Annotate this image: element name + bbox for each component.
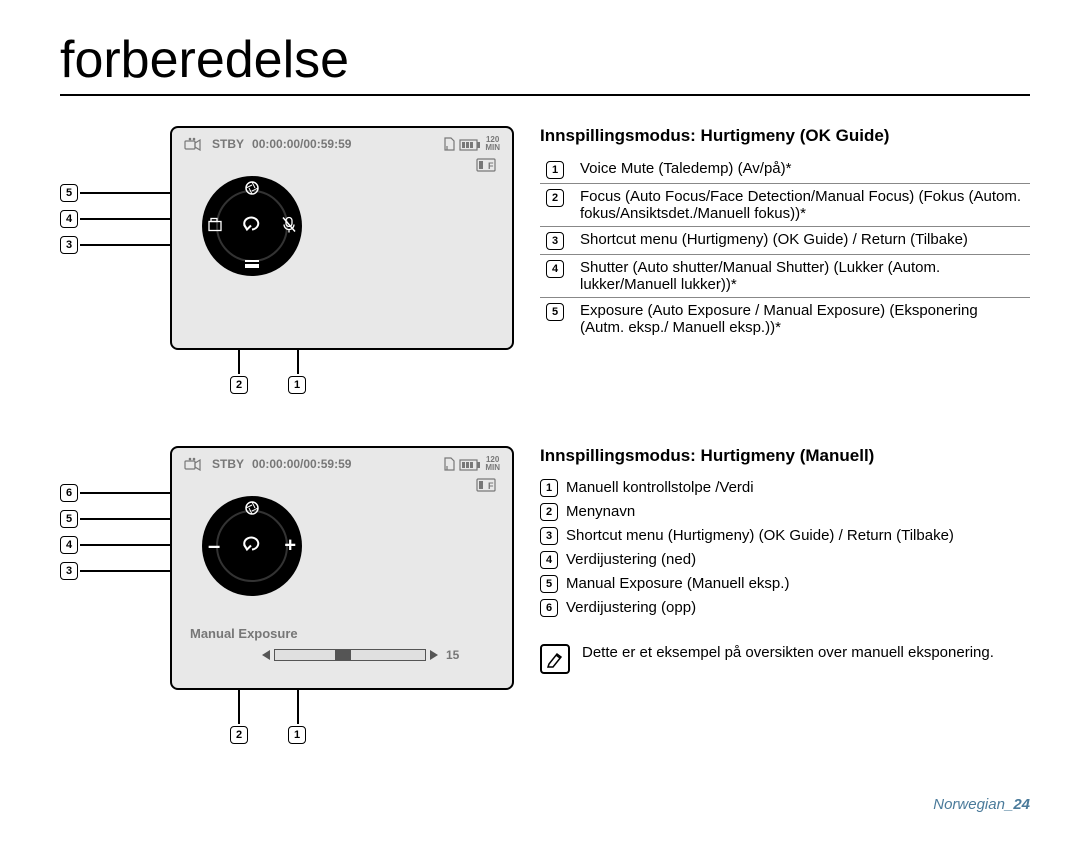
- callout-box: 3: [60, 236, 78, 254]
- legend-num: 2: [546, 189, 564, 207]
- camera-icon: [184, 137, 202, 152]
- legend-text: Exposure (Auto Exposure / Manual Exposur…: [574, 298, 1030, 341]
- battery-icon: [459, 457, 481, 471]
- legend-num: 1: [546, 161, 564, 179]
- callout-box: 4: [60, 210, 78, 228]
- ef-icon: F: [476, 156, 496, 174]
- svg-text:F: F: [488, 481, 494, 491]
- legend-text: Shortcut menu (Hurtigmeny) (OK Guide) / …: [574, 227, 1030, 255]
- callout-box: 1: [288, 376, 306, 394]
- control-dial[interactable]: + –: [202, 496, 302, 596]
- ef-icon: F: [476, 476, 496, 494]
- camera-icon: [184, 457, 202, 472]
- legend-text: Voice Mute (Taledemp) (Av/på)*: [574, 156, 1030, 184]
- slider-right-icon[interactable]: [430, 650, 438, 660]
- legend-text: Shutter (Auto shutter/Manual Shutter) (L…: [574, 255, 1030, 298]
- legend-text: Menynavn: [566, 503, 635, 520]
- note-text: Dette er et eksempel på oversikten over …: [582, 644, 994, 661]
- battery-icon: [459, 137, 481, 151]
- return-icon: [242, 535, 262, 558]
- slider-value: 15: [446, 648, 459, 662]
- callout-box: 4: [60, 536, 78, 554]
- duration-icon: 120MIN: [485, 136, 500, 152]
- mic-mute-icon: [282, 217, 296, 236]
- slider-left-icon[interactable]: [262, 650, 270, 660]
- page-title: forberedelse: [60, 30, 1030, 96]
- camera-screen: STBY 00:00:00/00:59:59 120MIN F: [170, 126, 514, 350]
- plus-icon: +: [284, 535, 296, 558]
- shutter-icon: [244, 256, 260, 272]
- legend-num: 5: [546, 303, 564, 321]
- status-time: 00:00:00/00:59:59: [252, 137, 351, 151]
- legend-text: Manuell kontrollstolpe /Verdi: [566, 479, 754, 496]
- slider-bar[interactable]: [274, 649, 426, 661]
- camera-screen: STBY 00:00:00/00:59:59 120MIN F: [170, 446, 514, 690]
- legend-num: 5: [540, 575, 558, 593]
- page-footer: Norwegian_24: [60, 796, 1030, 813]
- aperture-icon: [244, 180, 260, 199]
- manual-exposure-label: Manual Exposure: [190, 626, 298, 641]
- legend-num: 3: [540, 527, 558, 545]
- svg-text:F: F: [488, 161, 494, 171]
- section-heading: Innspillingsmodus: Hurtigmeny (Manuell): [540, 446, 1030, 466]
- legend-table-ok: 1 Voice Mute (Taledemp) (Av/på)* 2 Focus…: [540, 156, 1030, 340]
- figure-ok-guide: 5 4 3 2 1 STBY: [60, 126, 540, 406]
- legend-text: Verdijustering (opp): [566, 599, 696, 616]
- legend-num: 4: [540, 551, 558, 569]
- note-icon: [540, 644, 570, 674]
- callout-box: 2: [230, 376, 248, 394]
- callout-box: 5: [60, 510, 78, 528]
- aperture-icon: [244, 500, 260, 519]
- exposure-slider[interactable]: 15: [262, 648, 459, 662]
- legend-num: 4: [546, 260, 564, 278]
- minus-icon: –: [208, 533, 220, 559]
- callout-box: 2: [230, 726, 248, 744]
- callout-box: 5: [60, 184, 78, 202]
- focus-icon: [208, 218, 222, 235]
- figure-manual: 6 5 4 3 2 1: [60, 446, 540, 756]
- legend-num: 3: [546, 232, 564, 250]
- legend-text: Focus (Auto Focus/Face Detection/Manual …: [574, 184, 1030, 227]
- legend-text: Shortcut menu (Hurtigmeny) (OK Guide) / …: [566, 527, 954, 544]
- status-time: 00:00:00/00:59:59: [252, 457, 351, 471]
- legend-num: 1: [540, 479, 558, 497]
- card-icon: [443, 457, 455, 472]
- return-icon: [242, 215, 262, 238]
- status-stby: STBY: [212, 137, 244, 151]
- status-stby: STBY: [212, 457, 244, 471]
- callout-box: 1: [288, 726, 306, 744]
- legend-list-manual: 1 Manuell kontrollstolpe /Verdi 2 Menynavn…: [540, 476, 1030, 620]
- legend-text: Verdijustering (ned): [566, 551, 696, 568]
- control-dial[interactable]: [202, 176, 302, 276]
- section-heading: Innspillingsmodus: Hurtigmeny (OK Guide): [540, 126, 1030, 146]
- card-icon: [443, 137, 455, 152]
- duration-icon: 120MIN: [485, 456, 500, 472]
- legend-num: 6: [540, 599, 558, 617]
- legend-text: Manual Exposure (Manuell eksp.): [566, 575, 789, 592]
- callout-box: 6: [60, 484, 78, 502]
- callout-box: 3: [60, 562, 78, 580]
- note: Dette er et eksempel på oversikten over …: [540, 644, 1030, 674]
- legend-num: 2: [540, 503, 558, 521]
